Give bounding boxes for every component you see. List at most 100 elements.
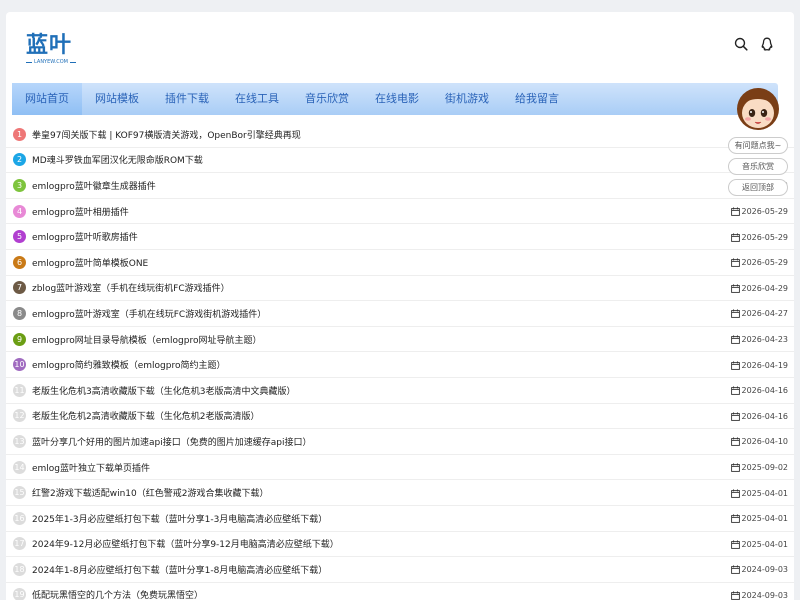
calendar-icon <box>730 207 740 216</box>
calendar-icon <box>730 565 740 575</box>
post-title-link[interactable]: emlogpro蓝叶听歌房插件 <box>32 230 138 243</box>
post-row[interactable]: 13 蓝叶分享几个好用的图片加速api接口（免费的图片加速缓存api接口） 2026… <box>6 429 794 455</box>
post-title-link[interactable]: 红警2游戏下载适配win10（红色警戒2游戏合集收藏下载） <box>32 486 268 499</box>
post-title-link[interactable]: 2024年1-8月必应壁纸打包下载（蓝叶分享1-8月电脑高清必应壁纸下载） <box>32 563 327 576</box>
calendar-icon <box>730 361 740 370</box>
nav-item-music[interactable]: 音乐欣赏 <box>292 83 362 115</box>
post-rank-badge: 7 <box>13 281 26 295</box>
post-title-link[interactable]: MD魂斗罗铁血军团汉化无限命版ROM下载 <box>32 153 203 166</box>
post-rank-badge: 8 <box>13 306 26 320</box>
post-date-text: 2024-09-03 <box>741 590 789 600</box>
post-date-text: 2025-04-01 <box>741 539 789 549</box>
logo-subtext: LANYEW.COM <box>26 59 86 65</box>
post-rank-badge: 17 <box>13 537 26 551</box>
post-date-text: 2026-04-29 <box>741 283 789 293</box>
post-date-text: 2025-04-01 <box>741 514 789 524</box>
back-to-top-button[interactable]: 返回顶部 <box>728 179 788 196</box>
calendar-icon <box>730 514 740 524</box>
post-title-link[interactable]: zblog蓝叶游戏室（手机在线玩街机FC游戏插件） <box>32 281 230 294</box>
post-row[interactable]: 9 emlogpro网址目录导航模板（emlogpro网址导航主题） 2026-04… <box>6 327 794 353</box>
post-date-text: 2026-04-16 <box>741 411 789 421</box>
main-nav: 网站首页 网站模板 插件下载 在线工具 音乐欣赏 在线电影 街机游戏 给我留言 <box>12 83 778 115</box>
post-date: 2025-04-01 <box>730 506 789 532</box>
post-date: 2026-04-27 <box>730 301 788 327</box>
post-row[interactable]: 11 老版生化危机3高清收藏版下载（生化危机3老版高清中文典藏版） 2026-04-… <box>6 378 794 404</box>
post-date: 2026-04-19 <box>730 352 788 378</box>
page: 蓝叶 LANYEW.COM 网站首页 网站模板 插件下载 在线工具 音乐欣赏 在… <box>6 12 794 600</box>
post-date-text: 2026-05-29 <box>741 258 789 268</box>
post-row[interactable]: 17 2024年9-12月必应壁纸打包下载（蓝叶分享9-12月电脑高清必应壁纸下载… <box>6 532 794 558</box>
post-row[interactable]: 8 emlogpro蓝叶游戏室（手机在线玩FC游戏街机游戏插件） 2026-04-2… <box>6 301 794 327</box>
post-title-link[interactable]: 老版生化危机3高清收藏版下载（生化危机3老版高清中文典藏版） <box>32 384 295 397</box>
post-list: 1 拳皇97闯关版下载 | KOF97横版清关游戏，OpenBor引擎经典再现 2 M… <box>6 122 794 600</box>
post-rank-badge: 9 <box>13 332 26 346</box>
calendar-icon <box>730 258 740 268</box>
post-row[interactable]: 14 emlog蓝叶独立下载单页插件 2025-09-02 <box>6 455 794 481</box>
nav-item-home[interactable]: 网站首页 <box>12 83 82 115</box>
site-logo[interactable]: 蓝叶 LANYEW.COM <box>26 32 86 72</box>
post-date: 2026-04-16 <box>730 404 789 430</box>
nav-item-templates[interactable]: 网站模板 <box>82 83 152 115</box>
post-rank-badge: 4 <box>13 204 26 218</box>
post-date-text: 2024-09-03 <box>741 565 789 575</box>
post-date-text: 2026-04-10 <box>741 437 789 447</box>
search-icon[interactable] <box>734 37 748 51</box>
post-row[interactable]: 5 emlogpro蓝叶听歌房插件 2026-05-29 <box>6 224 794 250</box>
nav-item-guestbook[interactable]: 给我留言 <box>502 83 572 115</box>
post-title-link[interactable]: emlogpro网址目录导航模板（emlogpro网址导航主题） <box>32 333 262 346</box>
post-title-link[interactable]: 蓝叶分享几个好用的图片加速api接口（免费的图片加速缓存api接口） <box>32 435 311 448</box>
nav-item-movies[interactable]: 在线电影 <box>362 83 432 115</box>
post-title-link[interactable]: emlogpro简约雅致模板（emlogpro简约主题） <box>32 358 226 371</box>
post-date: 2026-04-23 <box>730 327 789 353</box>
post-row[interactable]: 3emlogpro蓝叶徽章生成器插件2026-06-02 <box>6 173 794 199</box>
post-row[interactable]: 2 MD魂斗罗铁血军团汉化无限命版ROM下载 <box>6 148 794 174</box>
nav-item-arcade[interactable]: 街机游戏 <box>432 83 502 115</box>
calendar-icon <box>730 309 740 319</box>
post-row[interactable]: 10 emlogpro简约雅致模板（emlogpro简约主题） 2026-04-19 <box>6 352 794 378</box>
post-title-link[interactable]: 2024年9-12月必应壁纸打包下载（蓝叶分享9-12月电脑高清必应壁纸下载） <box>32 537 339 550</box>
post-title-link[interactable]: emlogpro蓝叶相册插件 <box>32 205 129 218</box>
post-date-text: 2026-04-23 <box>741 335 789 345</box>
calendar-icon <box>730 489 740 498</box>
post-row[interactable]: 1 拳皇97闯关版下载 | KOF97横版清关游戏，OpenBor引擎经典再现 <box>6 122 794 148</box>
post-date: 2026-04-10 <box>730 429 789 455</box>
post-title-link[interactable]: 低配玩黑悟空的几个方法（免费玩黑悟空） <box>32 588 203 600</box>
post-date-text: 2026-05-29 <box>741 232 789 242</box>
post-row[interactable]: 12 老版生化危机2高清收藏版下载（生化危机2老版高清版） 2026-04-16 <box>6 404 794 430</box>
post-title-link[interactable]: 2025年1-3月必应壁纸打包下载（蓝叶分享1-3月电脑高清必应壁纸下载） <box>32 512 327 525</box>
post-row[interactable]: 18 2024年1-8月必应壁纸打包下载（蓝叶分享1-8月电脑高清必应壁纸下载） 2… <box>6 557 794 583</box>
post-rank-badge: 10 <box>13 358 26 372</box>
post-row[interactable]: 4 emlogpro蓝叶相册插件 2026-05-29 <box>6 199 794 225</box>
post-rank-badge: 18 <box>13 562 26 576</box>
calendar-icon <box>730 412 740 421</box>
post-date: 2026-04-16 <box>730 378 788 404</box>
post-title-link[interactable]: emlog蓝叶独立下载单页插件 <box>32 461 150 474</box>
post-date-text: 2025-09-02 <box>741 463 789 473</box>
music-button[interactable]: 音乐欣赏 <box>728 158 788 175</box>
post-row[interactable]: 7 zblog蓝叶游戏室（手机在线玩街机FC游戏插件） 2026-04-29 <box>6 276 794 302</box>
post-date: 2025-04-01 <box>730 532 789 558</box>
post-title-link[interactable]: emlogpro蓝叶游戏室（手机在线玩FC游戏街机游戏插件） <box>32 307 266 320</box>
post-title-link[interactable]: emlogpro蓝叶简单模板ONE <box>32 256 148 269</box>
post-rank-badge: 13 <box>13 434 26 448</box>
mascot-avatar[interactable] <box>733 85 783 131</box>
post-rank-badge: 5 <box>13 230 26 244</box>
post-row[interactable]: 19 低配玩黑悟空的几个方法（免费玩黑悟空） 2024-09-03 <box>6 583 794 600</box>
logo-main-text: 蓝叶 <box>26 32 73 58</box>
calendar-icon <box>730 335 740 344</box>
post-row[interactable]: 15 红警2游戏下载适配win10（红色警戒2游戏合集收藏下载） 2025-04-0… <box>6 480 794 506</box>
post-rank-badge: 14 <box>13 460 26 474</box>
post-title-link[interactable]: 拳皇97闯关版下载 | KOF97横版清关游戏，OpenBor引擎经典再现 <box>32 128 301 141</box>
nav-item-tools[interactable]: 在线工具 <box>222 83 292 115</box>
post-date-text: 2026-05-29 <box>741 207 789 217</box>
qq-icon[interactable] <box>760 37 774 51</box>
calendar-icon <box>730 233 740 242</box>
post-title-link[interactable]: 老版生化危机2高清收藏版下载（生化危机2老版高清版） <box>32 409 259 422</box>
post-row[interactable]: 6 emlogpro蓝叶简单模板ONE 2026-05-29 <box>6 250 794 276</box>
calendar-icon <box>730 463 740 472</box>
post-date: 2024-09-03 <box>730 557 789 583</box>
help-button[interactable]: 有问题点我~ <box>728 137 788 154</box>
post-title-link[interactable]: emlogpro蓝叶徽章生成器插件 <box>32 179 156 192</box>
nav-item-plugins[interactable]: 插件下载 <box>152 83 222 115</box>
post-row[interactable]: 16 2025年1-3月必应壁纸打包下载（蓝叶分享1-3月电脑高清必应壁纸下载） 2… <box>6 506 794 532</box>
